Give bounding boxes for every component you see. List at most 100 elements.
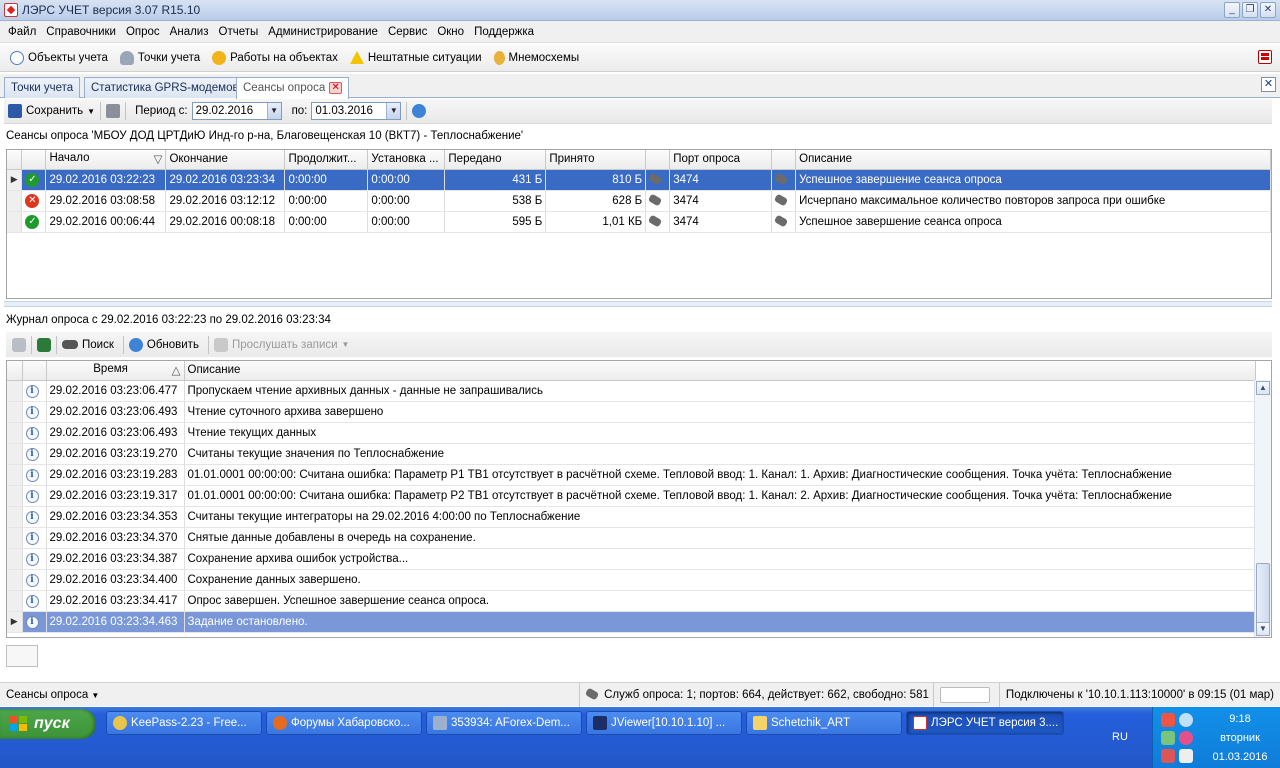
table-row[interactable]: i 29.02.2016 03:23:34.400 Сохранение данны… xyxy=(7,569,1256,591)
menu-administration[interactable]: Администрирование xyxy=(263,21,383,43)
connection-icon xyxy=(773,172,789,185)
meter-points-label: Точки учета xyxy=(137,51,201,64)
menu-references[interactable]: Справочники xyxy=(41,21,121,43)
refresh-icon[interactable] xyxy=(412,104,427,118)
taskbar-item-folder[interactable]: Schetchik_ART xyxy=(746,711,902,735)
close-pane-button[interactable]: ✕ xyxy=(1261,77,1276,92)
col-port[interactable]: Порт опроса xyxy=(669,150,773,170)
restore-button[interactable]: ❐ xyxy=(1242,2,1258,18)
table-row[interactable]: i 29.02.2016 03:23:19.317 01.01.0001 00:00… xyxy=(7,485,1256,507)
clock-time[interactable]: 9:18 xyxy=(1201,713,1279,725)
date-dropdown-icon[interactable]: ▼ xyxy=(386,103,401,119)
info-icon: i xyxy=(25,552,39,566)
objects-button[interactable]: Объекты учета xyxy=(4,46,114,70)
panel-splitter[interactable] xyxy=(4,301,1272,307)
status-sessions[interactable]: Сеансы опроса ▼ xyxy=(0,682,581,707)
taskbar-item-keepass[interactable]: KeePass-2.23 - Free... xyxy=(106,711,262,735)
table-row[interactable]: ✓ 29.02.2016 00:06:44 29.02.2016 00:08:1… xyxy=(7,211,1271,233)
info-icon: i xyxy=(25,384,39,398)
to-label: по: xyxy=(291,105,308,117)
info-icon: i xyxy=(25,468,39,482)
print-icon[interactable] xyxy=(12,337,26,352)
col-journal-description[interactable]: Описание xyxy=(184,361,1256,381)
col-time[interactable]: Время △ xyxy=(46,361,185,381)
table-row[interactable]: ▶ ✓ 29.02.2016 03:22:23 29.02.2016 03:23… xyxy=(7,169,1271,191)
menu-poll[interactable]: Опрос xyxy=(121,21,165,43)
table-row[interactable]: i 29.02.2016 03:23:06.493 Чтение суточного… xyxy=(7,401,1256,423)
table-row[interactable]: ✕ 29.02.2016 03:08:58 29.02.2016 03:12:1… xyxy=(7,190,1271,212)
col-description[interactable]: Описание xyxy=(795,150,1271,170)
minimize-button[interactable]: _ xyxy=(1224,2,1240,18)
date-dropdown-icon[interactable]: ▼ xyxy=(266,103,281,119)
journal-scrollbar[interactable]: ▲ ▼ xyxy=(1254,380,1271,637)
col-sent[interactable]: Передано xyxy=(444,150,547,170)
tray-device-icon[interactable] xyxy=(1179,749,1193,763)
taskbar-item-jviewer[interactable]: JViewer[10.10.1.10] ... xyxy=(586,711,742,735)
taskbar-item-lers[interactable]: ЛЭРС УЧЕТ версия 3.... xyxy=(906,711,1064,735)
menu-reports[interactable]: Отчеты xyxy=(214,21,264,43)
taskbar-item-firefox[interactable]: Форумы Хабаровско... xyxy=(266,711,422,735)
col-start[interactable]: Начало ▽ xyxy=(45,150,167,170)
row-indicator-header xyxy=(7,150,23,170)
tray-heart-icon[interactable] xyxy=(1179,731,1193,745)
incidents-button[interactable]: Нештатные ситуации xyxy=(344,46,488,70)
table-row[interactable]: i 29.02.2016 03:23:06.477 Пропускаем чтени… xyxy=(7,380,1256,402)
works-icon xyxy=(212,50,227,65)
tab-meter-points[interactable]: Точки учета xyxy=(4,77,81,98)
main-toolbar: Объекты учета Точки учета Работы на объе… xyxy=(0,44,1280,72)
tray-app-icon[interactable] xyxy=(1161,713,1175,727)
col-end[interactable]: Окончание xyxy=(165,150,286,170)
col-received[interactable]: Принято xyxy=(545,150,647,170)
tray-network-icon[interactable] xyxy=(1179,713,1193,727)
scroll-thumb[interactable] xyxy=(1256,563,1270,625)
date-to-field[interactable]: 01.03.2016 ▼ xyxy=(311,102,402,120)
speaker-icon xyxy=(213,337,228,352)
menu-analysis[interactable]: Анализ xyxy=(165,21,214,43)
start-button[interactable]: пуск xyxy=(0,709,96,739)
listen-records-button[interactable]: Прослушать записи xyxy=(232,339,338,351)
scroll-up-icon[interactable]: ▲ xyxy=(1256,381,1270,395)
table-row[interactable]: i 29.02.2016 03:23:34.417 Опрос завершен. … xyxy=(7,590,1256,612)
jviewer-icon xyxy=(593,716,607,730)
search-button[interactable]: Поиск xyxy=(82,339,114,351)
menu-window[interactable]: Окно xyxy=(432,21,469,43)
table-row[interactable]: i 29.02.2016 03:23:34.353 Считаны текущие … xyxy=(7,506,1256,528)
type-header xyxy=(22,361,47,381)
table-row[interactable]: i 29.02.2016 03:23:34.387 Сохранение архив… xyxy=(7,548,1256,570)
col-icon1[interactable] xyxy=(645,150,671,170)
meter-points-button[interactable]: Точки учета xyxy=(114,46,206,70)
tab-gprs-stats[interactable]: Статистика GPRS-модемов xyxy=(84,77,246,98)
tray-security-icon[interactable] xyxy=(1161,749,1175,763)
language-indicator[interactable]: RU xyxy=(1112,731,1128,743)
col-icon2[interactable] xyxy=(771,150,797,170)
table-row[interactable]: i 29.02.2016 03:23:34.370 Снятые данные до… xyxy=(7,527,1256,549)
delete-icon[interactable] xyxy=(106,104,121,118)
chevron-down-icon[interactable]: ▼ xyxy=(87,107,95,116)
refresh-icon xyxy=(128,337,143,352)
notification-icon[interactable] xyxy=(1258,50,1272,64)
info-icon: i xyxy=(25,510,39,524)
table-row[interactable]: i 29.02.2016 03:23:19.283 01.01.0001 00:00… xyxy=(7,464,1256,486)
export-icon[interactable] xyxy=(37,337,51,352)
close-tab-icon[interactable]: ✕ xyxy=(329,81,343,94)
table-row[interactable]: ▶ i 29.02.2016 03:23:34.463 Задание останов… xyxy=(7,611,1256,633)
date-from-field[interactable]: 29.02.2016 ▼ xyxy=(191,102,282,120)
menu-support[interactable]: Поддержка xyxy=(469,21,539,43)
refresh-button[interactable]: Обновить xyxy=(147,339,199,351)
tab-poll-sessions[interactable]: Сеансы опроса ✕ xyxy=(236,77,350,99)
save-button[interactable]: Сохранить xyxy=(26,105,83,117)
mnemonic-button[interactable]: Мнемосхемы xyxy=(488,46,586,70)
scroll-down-icon[interactable]: ▼ xyxy=(1256,622,1270,636)
menu-service[interactable]: Сервис xyxy=(383,21,432,43)
col-duration[interactable]: Продолжит... xyxy=(284,150,369,170)
table-row[interactable]: i 29.02.2016 03:23:19.270 Считаны текущие … xyxy=(7,443,1256,465)
menu-file[interactable]: Файл xyxy=(3,21,41,43)
tray-update-icon[interactable] xyxy=(1161,731,1175,745)
taskbar-item-aforex[interactable]: 353934: AForex-Dem... xyxy=(426,711,582,735)
table-row[interactable]: i 29.02.2016 03:23:06.493 Чтение текущих д… xyxy=(7,422,1256,444)
close-window-button[interactable]: ✕ xyxy=(1260,2,1276,18)
col-setup[interactable]: Установка ... xyxy=(367,150,446,170)
works-button[interactable]: Работы на объектах xyxy=(206,46,344,70)
session-toolbar: Сохранить ▼ Период с: 29.02.2016 ▼ по: 01… xyxy=(4,99,1272,124)
status-services: Служб опроса: 1; портов: 664, действует:… xyxy=(580,682,935,707)
